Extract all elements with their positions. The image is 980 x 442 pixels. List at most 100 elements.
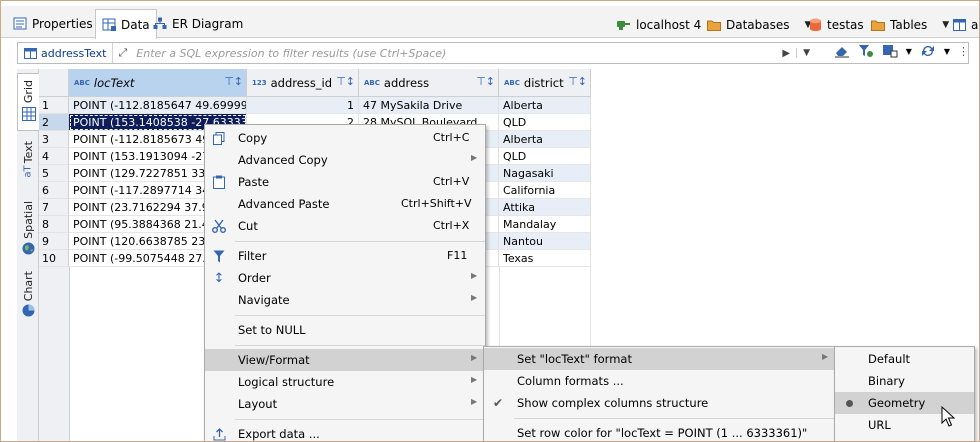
properties-icon: [13, 17, 27, 30]
table-selector[interactable]: ac: [953, 14, 979, 36]
cell-district[interactable]: Alberta: [499, 97, 591, 114]
chevron-down-icon[interactable]: ▼: [906, 47, 912, 56]
row-number: 3: [39, 131, 69, 148]
filter-bar: addressText ⤢ Enter a SQL expression to …: [17, 42, 969, 64]
connection-name: localhost 4: [636, 18, 702, 32]
menu-item-set-row-color[interactable]: Set row color for "locText = POINT (1 ..…: [484, 422, 834, 441]
cell-district[interactable]: Texas: [499, 250, 591, 267]
menu-item-label: Logical structure: [238, 375, 335, 389]
mouse-cursor-icon: [941, 406, 956, 427]
column-name: address_id: [270, 75, 333, 90]
cell-district[interactable]: Mandalay: [499, 216, 591, 233]
menu-item-set-to-null[interactable]: Set to NULL: [205, 319, 485, 341]
menu-item-set-column-format[interactable]: Set "locText" format ▶: [484, 348, 834, 370]
text-view-icon: aT: [22, 165, 34, 178]
table-row[interactable]: 1 POINT (-112.8185647 49.6999986) 1 47 M…: [39, 97, 591, 114]
menu-item-format-binary[interactable]: Binary: [835, 370, 974, 392]
menu-item-show-complex-columns[interactable]: ✔ Show complex columns structure: [484, 392, 834, 414]
menu-item-advanced-copy[interactable]: Advanced Copy ▶: [205, 149, 485, 171]
filter-settings-icon[interactable]: [858, 44, 874, 58]
menu-item-layout[interactable]: Layout ▶: [205, 393, 485, 415]
tables-selector[interactable]: Tables ▼: [871, 14, 949, 36]
apply-filter-icon[interactable]: ▶: [782, 48, 790, 59]
cell-district[interactable]: Attika: [499, 199, 591, 216]
tab-properties[interactable]: Properties: [7, 9, 99, 38]
cell-district[interactable]: Alberta: [499, 131, 591, 148]
cell-district[interactable]: QLD: [499, 114, 591, 131]
view-format-submenu: Set "locText" format ▶ Column formats ..…: [483, 346, 835, 441]
column-header-address-id[interactable]: 123 address_id ⊤↕: [247, 69, 359, 97]
filter-history-icon[interactable]: ▼: [796, 48, 810, 58]
cell-address-id[interactable]: 1: [247, 97, 359, 114]
column-header-address[interactable]: ABC address ⊤↕: [359, 69, 499, 97]
menu-item-advanced-paste[interactable]: Advanced Paste Ctrl+Shift+V: [205, 193, 485, 215]
filter-source[interactable]: addressText: [18, 43, 114, 63]
menu-item-paste[interactable]: Paste Ctrl+V: [205, 171, 485, 193]
row-number: 8: [39, 216, 69, 233]
menu-item-label: Set row color for "locText = POINT (1 ..…: [517, 426, 808, 440]
submenu-arrow-icon: ▶: [471, 397, 478, 406]
menu-separator: [235, 241, 485, 242]
editor-tab-bar: Properties Data ER Diagram localhost 4 D…: [1, 6, 979, 39]
tab-data-label: Data: [121, 17, 150, 32]
filter-sort-icon[interactable]: ⊤↕: [476, 75, 495, 88]
database-selector[interactable]: testas: [809, 14, 864, 36]
eraser-icon[interactable]: [834, 44, 850, 58]
menu-item-filter[interactable]: Filter F11: [205, 245, 485, 267]
menu-item-export-data[interactable]: Export data ...: [205, 423, 485, 441]
filter-sort-icon[interactable]: ⊤↕: [224, 75, 243, 88]
connection-selector[interactable]: localhost 4: [616, 14, 701, 36]
row-number-border: [69, 267, 70, 441]
submenu-arrow-icon: ▶: [471, 293, 478, 302]
menu-item-format-default[interactable]: Default: [835, 348, 974, 370]
submenu-arrow-icon: ▶: [822, 352, 829, 361]
column-header-district[interactable]: ABC district ⊤↕: [499, 69, 591, 97]
filter-controls: ▶ ▼: [774, 48, 818, 59]
column-type-badge: ABC: [504, 78, 520, 87]
cell-loctext[interactable]: POINT (-112.8185647 49.6999986): [69, 97, 247, 114]
menu-item-label: Default: [868, 352, 911, 366]
filter-save-icon[interactable]: [882, 44, 898, 58]
column-header-loctext[interactable]: ABC locText ⊤↕: [69, 69, 247, 97]
expand-icon[interactable]: ⤢: [113, 46, 132, 60]
menu-item-logical-structure[interactable]: Logical structure ▶: [205, 371, 485, 393]
cell-district[interactable]: Nantou: [499, 233, 591, 250]
menu-item-cut[interactable]: Cut Ctrl+X: [205, 215, 485, 237]
refresh-icon[interactable]: [920, 44, 936, 58]
cell-district[interactable]: QLD: [499, 148, 591, 165]
paste-icon: [211, 174, 227, 190]
menu-item-view-format[interactable]: View/Format ▶: [205, 349, 485, 371]
filter-icon: [211, 248, 227, 264]
databases-selector[interactable]: Databases ▼: [707, 14, 811, 36]
submenu-arrow-icon: ▶: [471, 271, 478, 280]
filter-input[interactable]: Enter a SQL expression to filter results…: [132, 43, 774, 63]
chevron-down-icon: ▼: [942, 20, 950, 30]
context-menu: Copy Ctrl+C Advanced Copy ▶ Paste Ctrl+V…: [204, 124, 486, 441]
cell-district[interactable]: California: [499, 182, 591, 199]
submenu-arrow-icon: ▶: [471, 153, 478, 162]
more-icon[interactable]: ⋮: [958, 45, 969, 58]
view-tab-text-label: Text: [21, 141, 35, 164]
menu-item-label: Navigate: [238, 293, 290, 307]
view-tab-text[interactable]: Text aT: [17, 139, 39, 199]
folder-icon: [871, 20, 885, 31]
menu-item-copy[interactable]: Copy Ctrl+C: [205, 127, 485, 149]
table-name: ac: [971, 18, 979, 32]
column-type-badge: 123: [252, 78, 267, 87]
cell-district[interactable]: Nagasaki: [499, 165, 591, 182]
view-tab-chart[interactable]: Chart: [17, 269, 39, 325]
menu-item-order[interactable]: ↕ Order ▶: [205, 267, 485, 289]
menu-item-navigate[interactable]: Navigate ▶: [205, 289, 485, 311]
filter-sort-icon[interactable]: ⊤↕: [568, 75, 587, 88]
database-icon: [810, 18, 821, 31]
menu-item-column-formats[interactable]: Column formats ...: [484, 370, 834, 392]
view-tab-grid-label: Grid: [22, 80, 35, 104]
filter-sort-icon[interactable]: ⊤↕: [336, 75, 355, 88]
view-tab-spatial[interactable]: Spatial: [17, 199, 39, 257]
chevron-down-icon[interactable]: ▼: [944, 47, 950, 56]
tab-er-diagram[interactable]: ER Diagram: [147, 9, 249, 38]
menu-item-label: Order: [238, 271, 271, 285]
cell-address[interactable]: 47 MySakila Drive: [359, 97, 499, 114]
column-name: address: [383, 75, 430, 90]
view-tab-grid[interactable]: Grid: [17, 73, 39, 131]
